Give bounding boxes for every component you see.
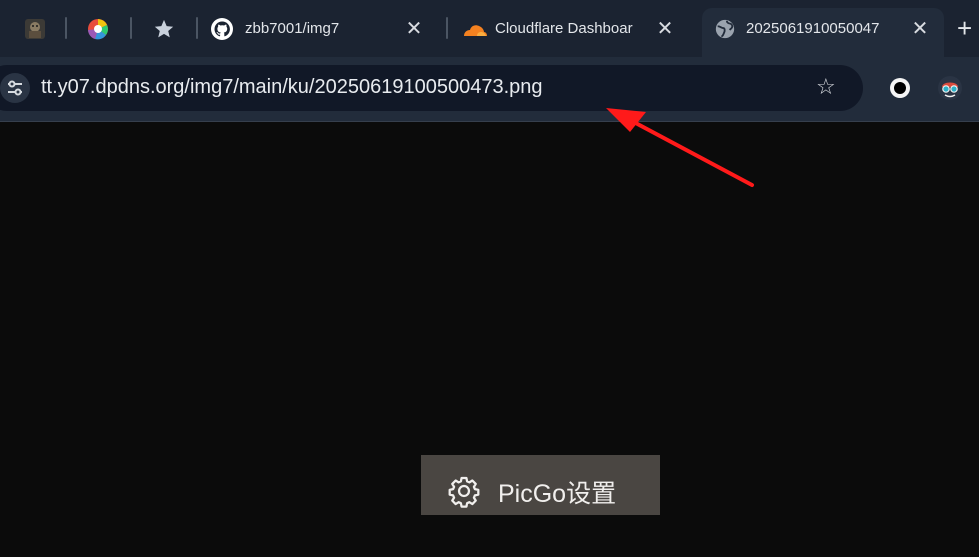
tab-separator: [196, 17, 198, 39]
globe-icon: [715, 19, 735, 39]
new-tab-icon[interactable]: +: [957, 14, 972, 42]
tab-title: 2025061910050047: [746, 20, 880, 37]
gear-icon: [448, 476, 480, 508]
github-icon: [211, 18, 233, 40]
tab-title: zbb7001/img7: [245, 20, 340, 37]
cloudflare-icon: [464, 25, 487, 36]
bookmark-star-icon[interactable]: ☆: [816, 75, 836, 99]
tab-github[interactable]: zbb7001/img7 ✕: [200, 8, 438, 51]
site-info-button[interactable]: [0, 73, 30, 103]
color-wheel-icon: [88, 19, 108, 40]
game-character-icon: [25, 19, 45, 39]
annotation-arrow: [606, 108, 754, 187]
tab-cloudflare[interactable]: Cloudflare Dashboar ✕: [451, 8, 689, 51]
tab-title: Cloudflare Dashboar: [495, 20, 633, 37]
tab-separator: [446, 17, 448, 39]
profile-avatar-icon[interactable]: [937, 75, 963, 101]
tab-color[interactable]: [76, 8, 122, 51]
tab-separator: [65, 17, 67, 39]
close-icon[interactable]: ✕: [402, 17, 426, 41]
tab-image-active[interactable]: 2025061910050047 ✕: [702, 8, 944, 57]
tab-strip: zbb7001/img7 ✕ Cloudflare Dashboar ✕ 202…: [0, 0, 979, 57]
extension-circle-icon[interactable]: [888, 76, 912, 100]
picgo-settings-button[interactable]: PicGo设置: [421, 455, 660, 515]
toolbar: tt.y07.dpdns.org/img7/main/ku/2025061910…: [0, 57, 979, 122]
url-text[interactable]: tt.y07.dpdns.org/img7/main/ku/2025061910…: [41, 76, 543, 99]
tab-game[interactable]: [12, 8, 58, 51]
tune-icon: [8, 80, 22, 96]
picgo-settings-label: PicGo设置: [498, 480, 617, 508]
close-icon[interactable]: ✕: [653, 17, 677, 41]
close-icon[interactable]: ✕: [908, 17, 932, 41]
tab-bookmark[interactable]: [140, 8, 190, 51]
tab-separator: [130, 17, 132, 39]
star-icon: [154, 19, 174, 38]
